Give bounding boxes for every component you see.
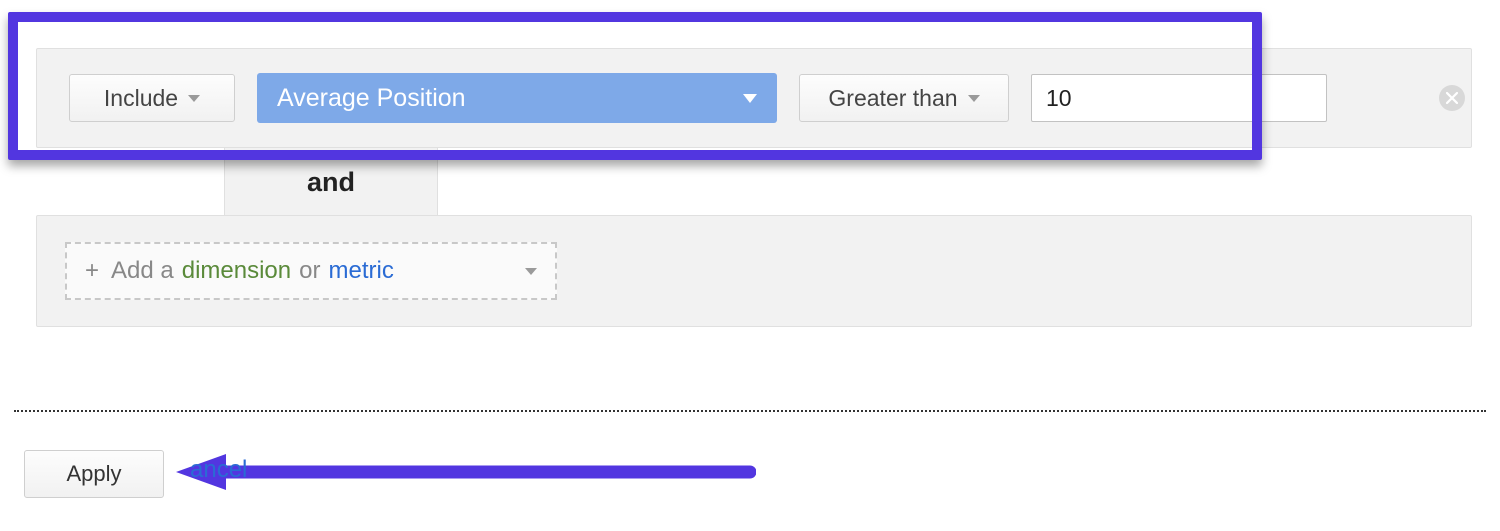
- apply-label: Apply: [66, 461, 121, 486]
- metric-dimension-dropdown[interactable]: Average Position: [257, 73, 777, 123]
- chevron-down-icon: [525, 268, 537, 275]
- add-condition-row: + Add a dimension or metric: [36, 215, 1472, 327]
- include-exclude-dropdown[interactable]: Include: [69, 74, 235, 122]
- cancel-link-fragment[interactable]: ancel: [190, 456, 247, 484]
- metric-label: Average Position: [277, 84, 466, 113]
- or-word: or: [299, 257, 320, 285]
- add-dimension-or-metric-dropdown[interactable]: + Add a dimension or metric: [65, 242, 557, 300]
- metric-word: metric: [328, 257, 393, 285]
- remove-filter-button[interactable]: [1439, 85, 1465, 111]
- filter-condition-row: Include Average Position Greater than: [36, 48, 1472, 148]
- chevron-down-icon: [743, 94, 757, 103]
- dimension-word: dimension: [182, 257, 291, 285]
- add-prefix-text: Add a: [111, 257, 174, 285]
- apply-button[interactable]: Apply: [24, 450, 164, 498]
- and-connector-tab: and: [224, 148, 438, 216]
- plus-icon: +: [85, 257, 99, 285]
- chevron-down-icon: [968, 95, 980, 102]
- condition-label: Greater than: [828, 85, 957, 112]
- condition-value-input[interactable]: [1031, 74, 1327, 122]
- condition-operator-dropdown[interactable]: Greater than: [799, 74, 1009, 122]
- chevron-down-icon: [188, 95, 200, 102]
- divider: [14, 410, 1486, 412]
- and-label: and: [307, 167, 355, 198]
- include-label: Include: [104, 85, 178, 112]
- annotation-arrow: [170, 450, 756, 494]
- close-icon: [1446, 92, 1458, 104]
